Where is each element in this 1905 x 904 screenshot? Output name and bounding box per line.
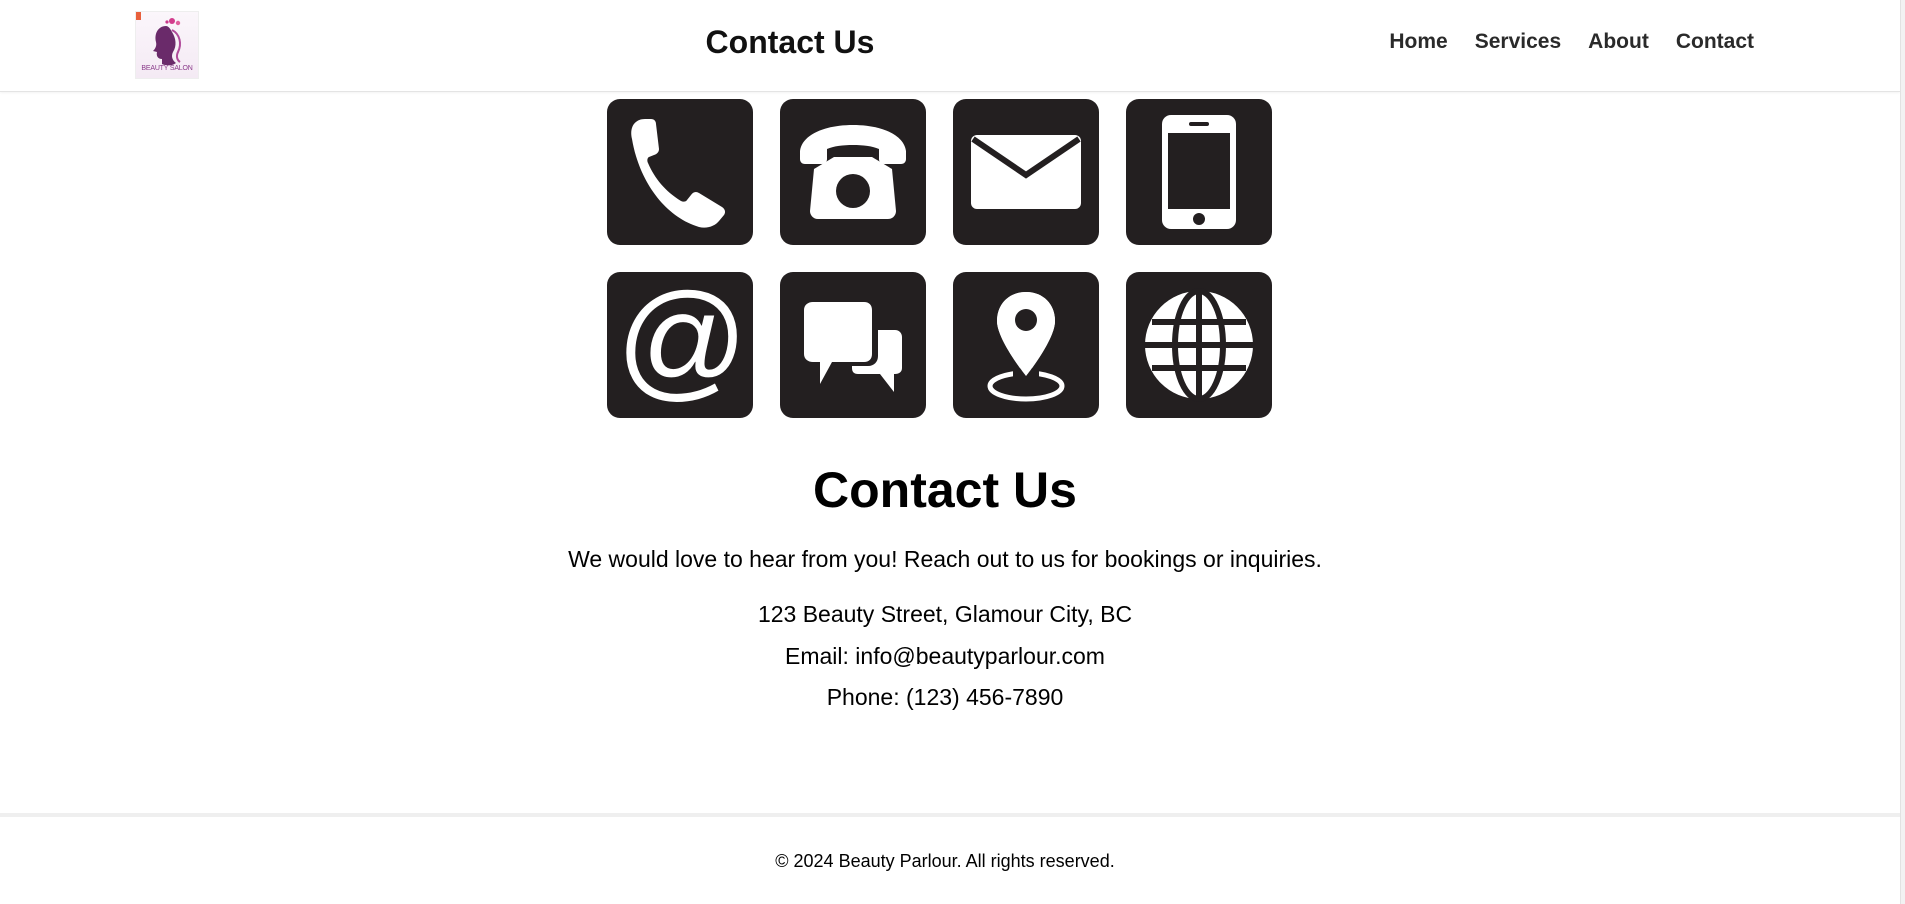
contact-intro: We would love to hear from you! Reach ou… bbox=[568, 546, 1322, 572]
logo-text: BEAUTY SALON bbox=[141, 65, 193, 72]
phone-handset-icon bbox=[607, 99, 753, 245]
window-right-edge bbox=[1900, 0, 1905, 904]
page-body: BEAUTY SALON Contact Us Home Services Ab… bbox=[0, 0, 1900, 904]
site-footer: © 2024 Beauty Parlour. All rights reserv… bbox=[0, 813, 1900, 904]
location-pin-icon bbox=[953, 272, 1099, 418]
globe-icon bbox=[1126, 272, 1272, 418]
svg-text:@: @ bbox=[614, 272, 746, 412]
nav-services-link[interactable]: Services bbox=[1475, 30, 1561, 54]
nav-home-link[interactable]: Home bbox=[1389, 30, 1447, 54]
site-header: BEAUTY SALON Contact Us Home Services Ab… bbox=[0, 0, 1900, 92]
copyright-text: © 2024 Beauty Parlour. All rights reserv… bbox=[775, 851, 1115, 871]
contact-phone: Phone: (123) 456-7890 bbox=[826, 684, 1064, 710]
nav-contact-link[interactable]: Contact bbox=[1676, 30, 1754, 54]
page: BEAUTY SALON Contact Us Home Services Ab… bbox=[0, 0, 1905, 904]
contact-address: 123 Beauty Street, Glamour City, BC bbox=[757, 601, 1133, 627]
chat-bubbles-icon bbox=[780, 272, 926, 418]
contact-email: Email: info@beautyparlour.com bbox=[785, 643, 1105, 669]
contact-heading: Contact Us bbox=[813, 462, 1077, 518]
at-sign-icon: @ bbox=[607, 272, 753, 418]
envelope-icon bbox=[953, 99, 1099, 245]
telephone-icon bbox=[780, 99, 926, 245]
contact-icons-grid: @ bbox=[607, 99, 1272, 418]
nav-about-link[interactable]: About bbox=[1588, 30, 1649, 54]
salon-logo[interactable]: BEAUTY SALON bbox=[135, 11, 199, 79]
header-title: Contact Us bbox=[705, 24, 875, 60]
main-nav: Home Services About Contact bbox=[1389, 30, 1754, 54]
mobile-phone-icon bbox=[1126, 99, 1272, 245]
